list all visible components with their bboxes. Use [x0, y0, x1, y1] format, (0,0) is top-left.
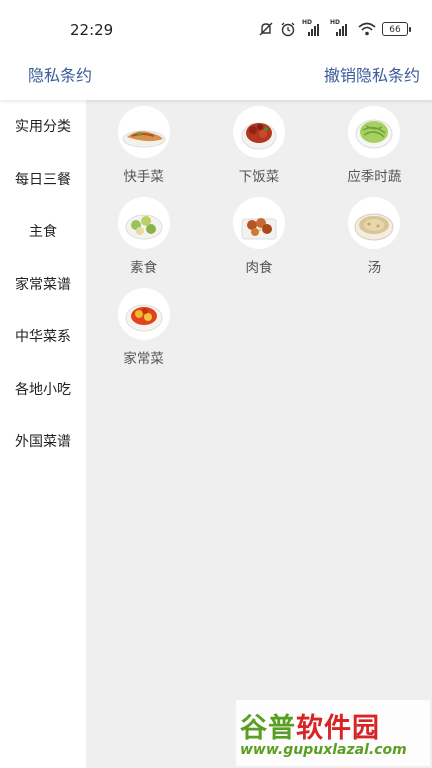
sidebar-item-label: 各地小吃 [15, 381, 71, 398]
category-item-seasonal-veg[interactable]: 应季时蔬 [317, 106, 432, 197]
sidebar-item-home-recipes[interactable]: 家常菜谱 [0, 258, 86, 311]
category-content: 快手菜 下饭菜 应季时蔬 素食 肉食 汤 家常菜 [86, 100, 432, 768]
category-item-quick-dish[interactable]: 快手菜 [86, 106, 201, 197]
sidebar-item-label: 家常菜谱 [15, 276, 71, 293]
status-icons: HD HD 66 [258, 19, 411, 37]
category-label: 汤 [367, 260, 382, 276]
sidebar-item-daily-meals[interactable]: 每日三餐 [0, 152, 86, 205]
meat-dish-icon [232, 197, 285, 249]
category-item-home-dish[interactable]: 家常菜 [86, 288, 201, 379]
status-bar: 22:29 HD HD 66 [0, 0, 432, 52]
site-watermark: 谷普软件园 www.gupuxlazal.com [236, 700, 430, 766]
category-label: 快手菜 [123, 169, 164, 185]
soup-icon [348, 197, 401, 249]
watermark-url: www.gupuxlazal.com [240, 742, 407, 758]
category-label: 肉食 [245, 260, 273, 276]
battery-icon: 66 [382, 22, 411, 36]
revoke-privacy-link[interactable]: 撤销隐私条约 [324, 62, 420, 86]
sidebar-item-label: 外国菜谱 [15, 434, 71, 451]
sidebar-item-label: 每日三餐 [15, 171, 71, 188]
category-item-meat-dish[interactable]: 肉食 [201, 197, 316, 288]
category-sidebar: 实用分类 每日三餐 主食 家常菜谱 中华菜系 各地小吃 外国菜谱 [0, 100, 86, 768]
signal-hd-icon: HD [330, 19, 352, 37]
sidebar-item-practical[interactable]: 实用分类 [0, 100, 86, 153]
sidebar-item-label: 实用分类 [15, 119, 71, 136]
home-dish-icon [117, 288, 170, 340]
category-label: 应季时蔬 [347, 169, 402, 185]
category-label: 素食 [130, 260, 158, 276]
category-grid: 快手菜 下饭菜 应季时蔬 素食 肉食 汤 家常菜 [86, 106, 432, 379]
category-item-rice-dish[interactable]: 下饭菜 [201, 106, 316, 197]
category-label: 下饭菜 [238, 169, 280, 185]
category-label: 家常菜 [123, 351, 164, 367]
category-item-vegetarian[interactable]: 素食 [86, 197, 201, 288]
privacy-policy-link[interactable]: 隐私条约 [28, 62, 92, 86]
status-time: 22:29 [70, 21, 114, 39]
header-bar: 隐私条约 撤销隐私条约 [0, 52, 432, 100]
sidebar-item-chinese-cuisine[interactable]: 中华菜系 [0, 310, 86, 363]
sidebar-item-local-snacks[interactable]: 各地小吃 [0, 363, 86, 416]
sidebar-item-staple[interactable]: 主食 [0, 205, 86, 258]
category-item-soup[interactable]: 汤 [317, 197, 432, 288]
alarm-icon [280, 21, 296, 37]
watermark-logo: 谷普软件园 [240, 713, 380, 744]
mute-icon [258, 21, 274, 37]
sidebar-item-foreign-recipes[interactable]: 外国菜谱 [0, 415, 86, 468]
signal-hd-icon: HD [302, 19, 324, 37]
sidebar-item-label: 中华菜系 [15, 329, 71, 346]
wifi-icon [358, 22, 376, 36]
quick-dish-icon [117, 106, 170, 158]
vegetarian-icon [117, 197, 170, 249]
sidebar-item-label: 主食 [29, 224, 57, 241]
seasonal-veg-icon [348, 106, 401, 158]
rice-dish-icon [232, 106, 285, 158]
